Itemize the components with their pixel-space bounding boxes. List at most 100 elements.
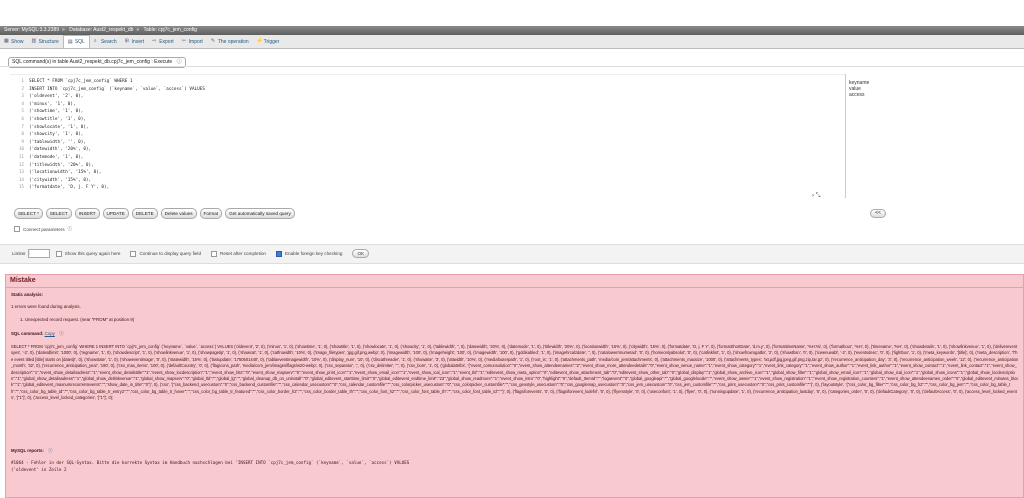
limiter-input[interactable]: ;	[27, 249, 50, 258]
line-number: 10	[18, 147, 24, 153]
editor-line[interactable]: 12 ('titlewidth', '20%', 0),	[10, 163, 94, 169]
line-number: 3	[21, 94, 24, 100]
options-row: Limiter ; Show this query again here Con…	[12, 249, 370, 258]
insert-button[interactable]: INSERT	[74, 208, 100, 219]
code-text: ('datewidth', '20%', 0),	[29, 147, 92, 153]
breadcrumb-database[interactable]: Database: Aust2_respekt_db	[69, 27, 133, 33]
update-button[interactable]: UPDATE	[102, 208, 129, 219]
ok-button[interactable]: OK	[352, 249, 370, 258]
tab-show[interactable]: ▦ Show	[0, 35, 28, 48]
tab-structure[interactable]: ▥ Structure	[28, 35, 63, 48]
editor-line[interactable]: 6 ('showtitle', '1', 0),	[10, 117, 86, 123]
code-text: ('showtime', '1', 0),	[29, 109, 84, 115]
tab-search[interactable]: ⌕ Search	[90, 35, 121, 48]
editor-line[interactable]: 1 SELECT * FROM `cpj7c_jem_config` WHERE …	[10, 79, 132, 85]
mysql-error-text: #1064 - Fehler in der SQL-Syntax. Bitte …	[11, 460, 410, 472]
query-buttons: SELECT * SELECT INSERT UPDATE DELETE Del…	[14, 208, 298, 219]
browse-icon: ▦	[4, 38, 9, 44]
line-number: 5	[21, 109, 24, 115]
connect-parameters-checkbox[interactable]	[14, 226, 20, 232]
line-number: 8	[21, 132, 24, 138]
sql-command-label: SQL command: Copy ⓘ	[11, 331, 64, 336]
code-text: ('tablewidth', '', 0),	[29, 139, 86, 145]
editor-line[interactable]: 14 ('citywidth', '15%', 0),	[10, 178, 91, 184]
delete-values-button[interactable]: Delete values	[160, 208, 197, 219]
connect-parameters-row: Connect parameters ⓘ	[14, 226, 72, 232]
editor-line[interactable]: 2 INSERT INTO `cpj7c_jem_config` (`keynam…	[10, 87, 205, 93]
get-saved-query-button[interactable]: Get automatically saved query	[225, 208, 295, 219]
sql-command-text: SELECT * FROM `cpj7c_jem_config` WHERE 1…	[11, 344, 1019, 401]
help-icon[interactable]: ⓘ	[68, 226, 73, 232]
code-text: ('locationwidth', '15%', 0),	[29, 170, 102, 176]
tab-trigger[interactable]: ⚡ Trigger	[253, 35, 284, 48]
editor-line[interactable]: 8 ('showcity', '1', 0),	[10, 132, 83, 138]
sql-editor[interactable]: 1 SELECT * FROM `cpj7c_jem_config` WHERE …	[10, 74, 862, 196]
tab-sql[interactable]: ▤ SQL	[62, 35, 90, 48]
line-number: 6	[21, 117, 24, 122]
select-button[interactable]: SELECT	[45, 208, 72, 219]
line-number: 2	[21, 86, 24, 92]
export-icon: ⇨	[152, 38, 157, 44]
line-number: 4	[21, 101, 24, 107]
option-show-query-again[interactable]: Show this query again here	[55, 250, 120, 257]
limiter-label: Limiter	[12, 251, 26, 256]
tab-insert[interactable]: ⊞ Insert	[121, 35, 149, 48]
checkbox[interactable]	[211, 250, 218, 257]
editor-line[interactable]: 3 ('oldevent', '2', 0),	[10, 94, 83, 100]
breadcrumb-table[interactable]: Table: cpj7c_jem_config	[144, 27, 197, 33]
code-text: ('datemode', '1', 0),	[29, 155, 84, 160]
checkbox[interactable]	[55, 250, 62, 257]
collapse-columns-button[interactable]: <<	[870, 209, 886, 218]
trigger-icon: ⚡	[256, 38, 263, 44]
delete-button[interactable]: DELETE	[131, 208, 158, 219]
option-keep-query-field[interactable]: Continue to display query field	[130, 250, 201, 257]
tab-import[interactable]: ⇦ Import	[178, 35, 207, 48]
wrench-icon: ✎	[210, 38, 216, 44]
connect-parameters-label: Connect parameters	[23, 226, 65, 232]
tab-operations[interactable]: ✎ The operation	[207, 35, 253, 48]
code-text: SELECT * FROM `cpj7c_jem_config` WHERE 1	[29, 79, 133, 84]
search-icon: ⌕	[93, 38, 97, 44]
code-text: ('citywidth', '15%', 0),	[29, 177, 92, 183]
copy-link[interactable]: Copy	[45, 331, 55, 336]
format-button[interactable]: Format	[199, 208, 223, 219]
line-number: 7	[21, 124, 24, 130]
help-icon[interactable]: ⓘ	[177, 59, 182, 65]
column-item-access[interactable]: access	[849, 92, 865, 98]
line-number: 12	[18, 162, 24, 168]
code-text: INSERT INTO `cpj7c_jem_config` (`keyname…	[29, 86, 205, 92]
code-text: ('formatdate', 'D, j. F Y', 0),	[29, 185, 110, 191]
editor-line[interactable]: 13 ('locationwidth', '15%', 0),	[10, 170, 102, 176]
editor-line[interactable]: 15 ('formatdate', 'D, j. F Y', 0),	[10, 185, 109, 191]
option-foreign-key-checking[interactable]: Enable foreign key checking	[275, 250, 342, 257]
error-item: 1. Unexpected record request. (near "FRO…	[20, 317, 135, 322]
line-number: 11	[18, 155, 24, 160]
editor-line[interactable]: 9 ('tablewidth', '', 0),	[10, 140, 86, 146]
checkbox[interactable]	[130, 250, 137, 257]
help-icon[interactable]: ⓘ	[48, 448, 52, 453]
option-reset-after-completion[interactable]: Reset after completion	[211, 250, 266, 257]
static-analysis-label: Static analysis:	[11, 292, 43, 297]
columns-list[interactable]: keyname value access	[845, 74, 1024, 198]
tab-export[interactable]: ⇨ Export	[148, 35, 177, 48]
tab-bar: ▦ Show ▥ Structure ▤ SQL ⌕ Search ⊞ Insert ⇨ E…	[0, 35, 1024, 49]
line-number: 14	[18, 177, 24, 183]
select-all-button[interactable]: SELECT *	[14, 208, 43, 219]
divider	[6, 287, 1023, 288]
editor-line[interactable]: 10 ('datewidth', '20%', 0),	[10, 147, 91, 153]
help-icon[interactable]: ⓘ	[59, 331, 63, 336]
checkbox-checked[interactable]	[275, 250, 282, 257]
line-number: 15	[18, 185, 24, 191]
breadcrumb-server[interactable]: Server: MySQL:3.3.2389	[4, 27, 59, 33]
editor-line[interactable]: 7 ('showlocate', '1', 0),	[10, 124, 88, 131]
error-title: Mistake	[10, 277, 36, 284]
line-number: 1	[21, 79, 24, 84]
error-panel: Mistake Static analysis: 1 errors were f…	[5, 274, 1024, 498]
breadcrumb: Server: MySQL:3.3.2389» Database: Aust2_…	[0, 26, 1024, 35]
sql-icon: ▤	[67, 38, 73, 45]
editor-line[interactable]: 11 ('datemode', '1', 0),	[10, 155, 84, 161]
editor-line[interactable]: 4 ('minus', '1', 0),	[10, 101, 75, 108]
resize-handle-icon[interactable]: › ⤡	[812, 193, 820, 200]
code-text: ('titlewidth', '20%', 0),	[29, 162, 94, 168]
editor-line[interactable]: 5 ('showtime', '1', 0),	[10, 109, 83, 115]
